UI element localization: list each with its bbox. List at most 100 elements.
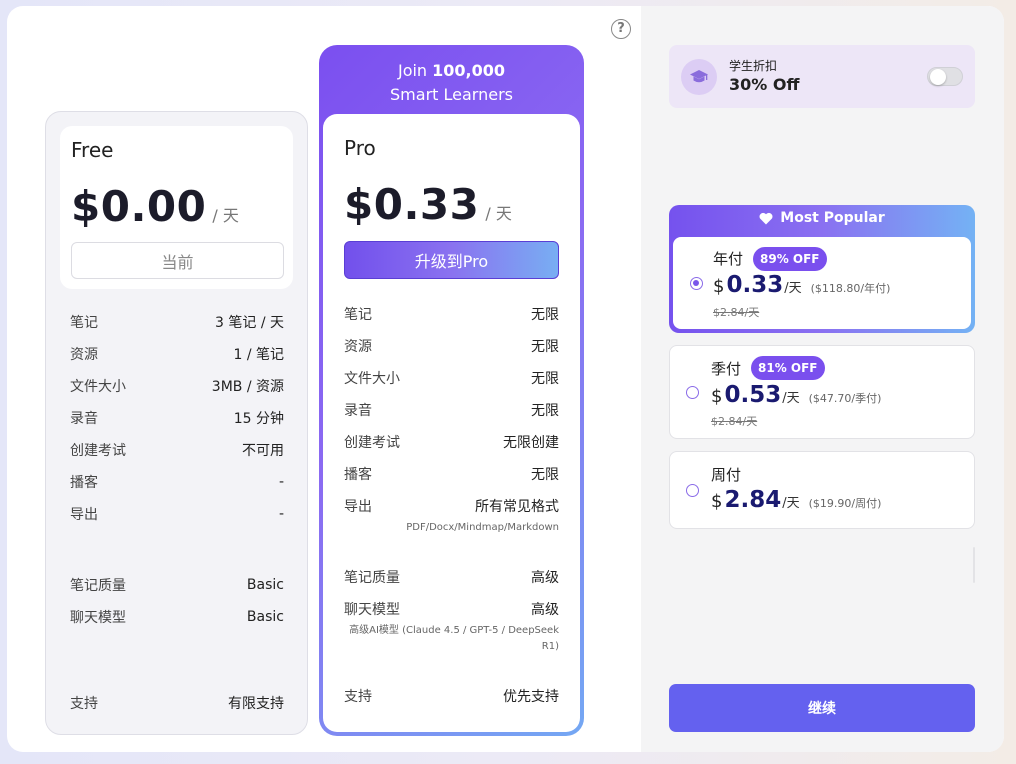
- billing-panel: 学生折扣 30% Off Most Popular 年付 89% OFF $ 0…: [641, 6, 1004, 752]
- pro-price-unit: / 天: [485, 204, 512, 223]
- toggle-knob: [930, 69, 946, 85]
- feature-value: 无限: [531, 339, 559, 355]
- scroll-edge: [973, 547, 975, 583]
- price-amount: 0.53: [724, 382, 782, 408]
- yearly-option-body: 年付 89% OFF $ 0.33 /天 ($118.80/年付) $2.84/…: [673, 237, 971, 329]
- price-total: ($47.70/季付): [808, 392, 882, 405]
- feature-label: 创建考试: [70, 443, 126, 459]
- pro-feature-row: 资源 无限: [344, 336, 559, 356]
- feature-value: -: [278, 474, 284, 490]
- pro-feature-row: 录音 无限: [344, 400, 559, 420]
- free-quality-row: 笔记质量 Basic: [70, 575, 284, 595]
- feature-label: 创建考试: [344, 435, 400, 451]
- feature-value: 3MB / 资源: [211, 379, 284, 395]
- feature-value: 1 / 笔记: [233, 347, 284, 363]
- feature-value: 不可用: [242, 443, 284, 459]
- feature-label: 文件大小: [70, 379, 126, 395]
- free-plan-header: Free $0.00 / 天 当前: [60, 126, 293, 289]
- pro-plan-body: Pro $0.33 / 天 升级到Pro 笔记 无限 资源 无限 文件大小 无限 录音…: [323, 114, 580, 732]
- free-feature-row: 笔记 3 笔记 / 天: [70, 312, 284, 332]
- feature-value: 高级: [531, 602, 559, 618]
- feature-label: 笔记质量: [70, 578, 126, 594]
- price-per: /天: [784, 281, 802, 296]
- yearly-plan-option[interactable]: Most Popular 年付 89% OFF $ 0.33 /天 ($118.…: [669, 205, 975, 333]
- export-formats-note: PDF/Docx/Mindmap/Markdown: [406, 522, 559, 533]
- feature-label: 文件大小: [344, 371, 400, 387]
- pro-quality-row: 聊天模型 高级: [344, 599, 559, 619]
- option-name: 季付: [711, 360, 742, 378]
- price-amount: 2.84: [724, 487, 782, 513]
- feature-label: 支持: [344, 689, 372, 705]
- feature-label: 导出: [344, 499, 372, 515]
- graduation-cap-icon: [681, 59, 717, 95]
- quarterly-plan-option[interactable]: 季付 81% OFF $ 0.53 /天 ($47.70/季付) $2.84/天: [669, 345, 975, 439]
- feature-value: Basic: [246, 577, 284, 593]
- student-discount-title: 学生折扣: [729, 59, 778, 73]
- price-per: /天: [782, 496, 800, 511]
- pro-plan-card: Join 100,000 Smart Learners Pro $0.33 / …: [319, 45, 584, 736]
- option-price: $ 2.84 /天 ($19.90/周付): [711, 487, 881, 513]
- feature-label: 录音: [70, 411, 98, 427]
- free-price-row: $0.00 / 天: [71, 182, 239, 231]
- free-plan-name: Free: [71, 138, 114, 162]
- free-feature-row: 导出 -: [70, 504, 284, 524]
- price-total: ($118.80/年付): [810, 282, 891, 295]
- price-total: ($19.90/周付): [808, 497, 882, 510]
- feature-label: 播客: [70, 475, 98, 491]
- feature-value: 无限创建: [503, 435, 559, 451]
- pro-plan-name: Pro: [344, 136, 376, 160]
- feature-label: 聊天模型: [70, 610, 126, 626]
- free-feature-row: 录音 15 分钟: [70, 408, 284, 428]
- pro-quality-row: 笔记质量 高级: [344, 567, 559, 587]
- free-feature-row: 文件大小 3MB / 资源: [70, 376, 284, 396]
- free-feature-row: 资源 1 / 笔记: [70, 344, 284, 364]
- option-price: $ 0.53 /天 ($47.70/季付): [711, 382, 881, 408]
- yearly-radio[interactable]: [690, 277, 703, 290]
- feature-label: 播客: [344, 467, 372, 483]
- quarterly-radio[interactable]: [686, 386, 699, 399]
- feature-value: 15 分钟: [233, 411, 284, 427]
- feature-value: 无限: [531, 307, 559, 323]
- most-popular-text: Most Popular: [780, 210, 885, 226]
- pricing-modal: ? Free $0.00 / 天 当前 笔记 3 笔记 / 天 资源 1 / 笔记 …: [7, 6, 1004, 752]
- help-icon[interactable]: ?: [611, 19, 631, 39]
- continue-button[interactable]: 继续: [669, 684, 975, 732]
- currency-symbol: $: [711, 491, 723, 512]
- original-price: $2.84/天: [711, 415, 758, 428]
- pro-support-row: 支持 优先支持: [344, 686, 559, 706]
- feature-label: 笔记: [344, 307, 372, 323]
- free-support-row: 支持 有限支持: [70, 693, 284, 713]
- free-plan-card: Free $0.00 / 天 当前 笔记 3 笔记 / 天 资源 1 / 笔记 文件…: [45, 111, 308, 735]
- pro-banner: Join 100,000 Smart Learners: [319, 59, 584, 107]
- feature-value: Basic: [246, 609, 284, 625]
- original-price: $2.84/天: [713, 306, 760, 319]
- discount-badge: 81% OFF: [751, 356, 825, 380]
- upgrade-pro-button[interactable]: 升级到Pro: [344, 241, 559, 279]
- feature-label: 笔记: [70, 315, 98, 331]
- pro-feature-row: 创建考试 无限创建: [344, 432, 559, 452]
- free-price: $0.00: [71, 182, 207, 231]
- pro-feature-row: 导出 所有常见格式: [344, 496, 559, 516]
- feature-value: 所有常见格式: [475, 499, 559, 515]
- feature-value: 3 笔记 / 天: [215, 315, 284, 331]
- currency-symbol: $: [711, 386, 723, 407]
- pro-price-row: $0.33 / 天: [344, 180, 512, 229]
- chat-model-note-line: 高级AI模型 (Claude 4.5 / GPT-5 / DeepSeek: [349, 625, 559, 636]
- pro-feature-row: 文件大小 无限: [344, 368, 559, 388]
- pro-feature-row: 播客 无限: [344, 464, 559, 484]
- chat-model-note-line: R1): [541, 640, 559, 652]
- currency-symbol: $: [713, 276, 725, 297]
- pro-price: $0.33: [344, 180, 480, 229]
- pro-feature-row: 笔记 无限: [344, 304, 559, 324]
- free-quality-row: 聊天模型 Basic: [70, 607, 284, 627]
- feature-value: 无限: [531, 403, 559, 419]
- weekly-plan-option[interactable]: 周付 $ 2.84 /天 ($19.90/周付): [669, 451, 975, 529]
- student-discount-value: 30% Off: [729, 75, 800, 94]
- free-price-unit: / 天: [212, 206, 239, 225]
- student-discount-toggle[interactable]: [927, 67, 963, 86]
- current-plan-button[interactable]: 当前: [71, 242, 284, 279]
- option-name: 周付: [711, 466, 742, 484]
- option-name: 年付: [713, 250, 744, 268]
- weekly-radio[interactable]: [686, 484, 699, 497]
- feature-value: 无限: [531, 371, 559, 387]
